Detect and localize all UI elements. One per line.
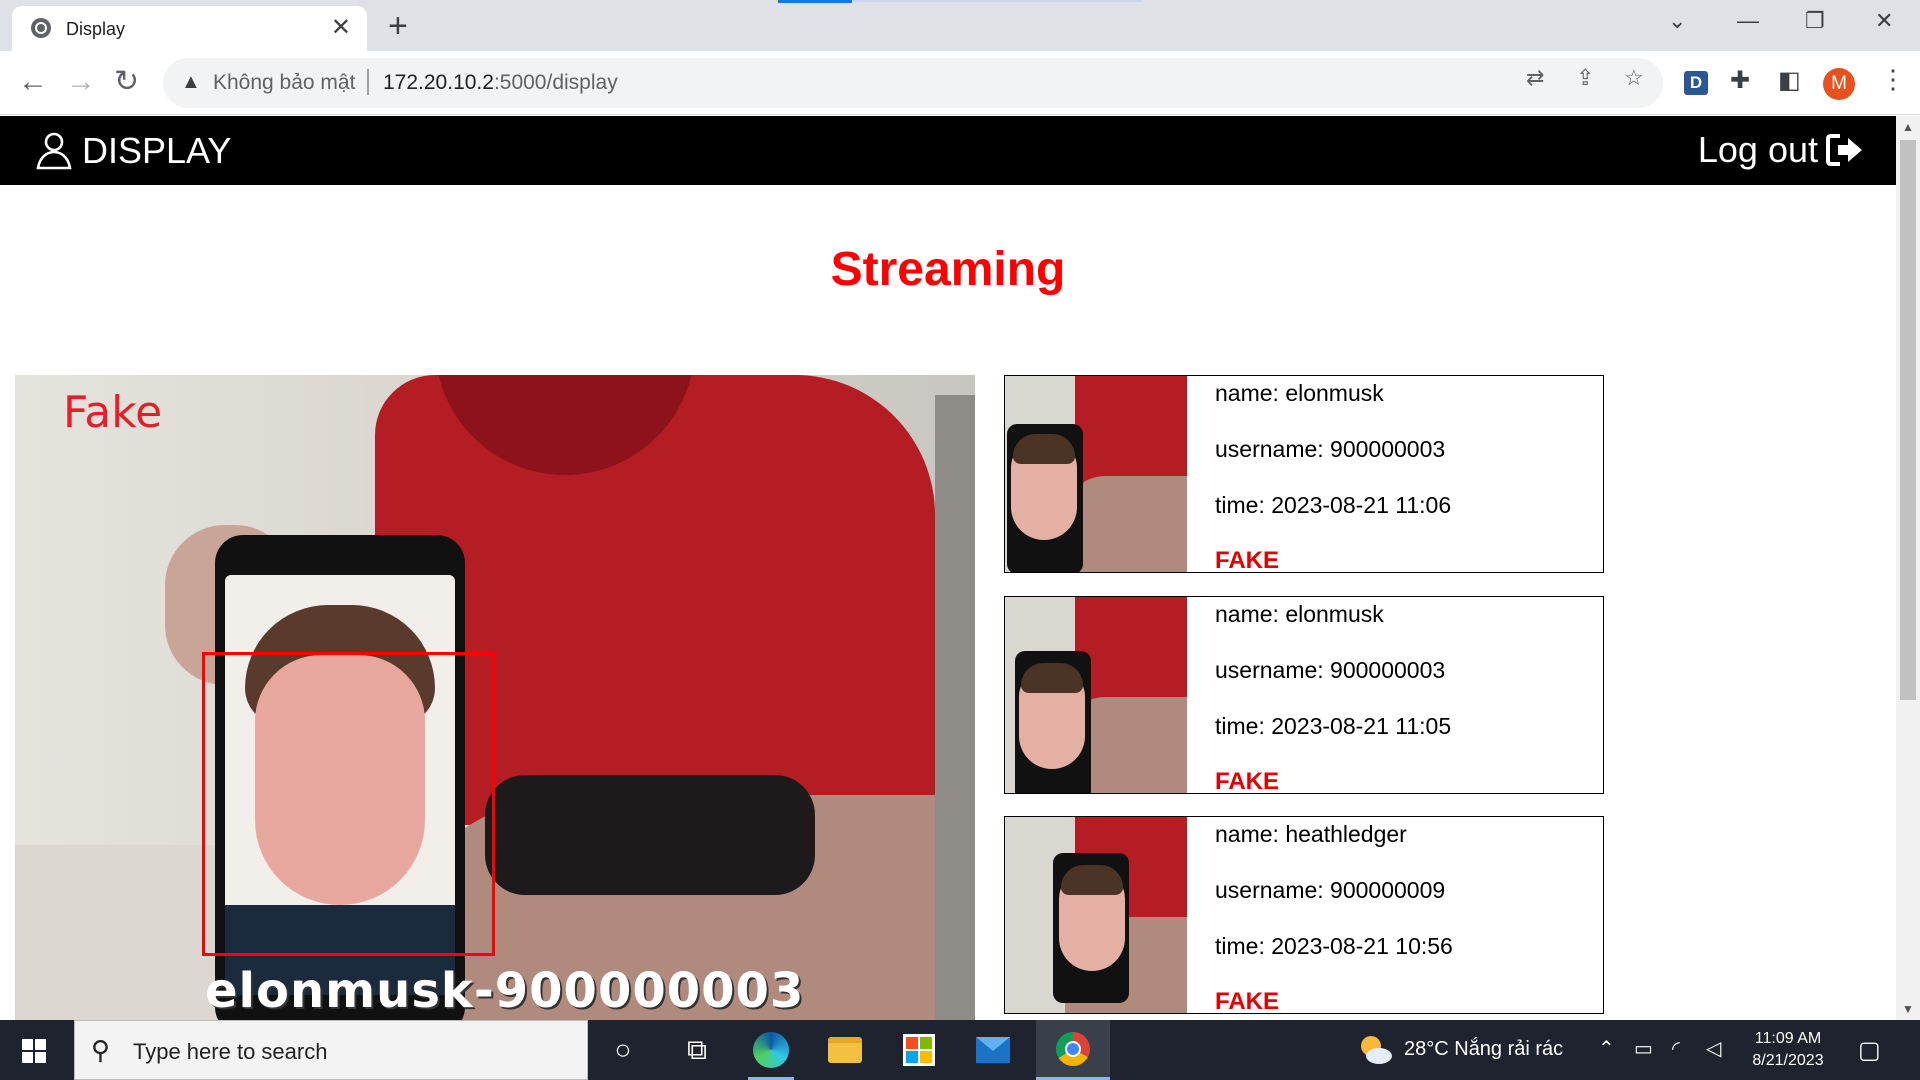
minimize-button[interactable]: —	[1737, 6, 1759, 36]
logout-icon	[1826, 134, 1862, 166]
logout-label: Log out	[1697, 129, 1818, 170]
search-icon: ⚲	[91, 1035, 111, 1065]
page-scrollbar[interactable]: ▲ ▼	[1896, 116, 1920, 1020]
wifi-icon[interactable]: ◜	[1672, 1036, 1680, 1061]
browser-tab[interactable]: Display ✕	[12, 6, 367, 51]
mail-icon[interactable]	[956, 1020, 1030, 1080]
detection-username: username: 900000009	[1215, 877, 1446, 903]
close-tab-icon[interactable]: ✕	[331, 15, 351, 41]
share-icon[interactable]: ⇪	[1576, 65, 1594, 91]
page-viewport: DISPLAY Log out Streaming Fake elonmusk-…	[0, 116, 1896, 1020]
restore-button[interactable]: ❐	[1805, 6, 1825, 36]
detection-time: time: 2023-08-21 11:05	[1215, 713, 1452, 739]
loading-track	[852, 0, 1142, 2]
url-path: :5000/display	[493, 71, 618, 94]
app-brand[interactable]: DISPLAY	[82, 130, 231, 172]
tab-title: Display	[66, 19, 126, 39]
video-stream: Fake elonmusk-900000003	[15, 375, 975, 1020]
detection-username: username: 900000003	[1215, 657, 1446, 683]
windows-start-icon[interactable]	[22, 1039, 46, 1063]
detection-name: name: elonmusk	[1215, 380, 1384, 406]
logout-button[interactable]: Log out	[1698, 128, 1864, 172]
address-separator	[367, 69, 369, 95]
browser-tab-strip: Display ✕ + ⌄ — ❐ ✕	[0, 0, 1920, 51]
file-explorer-icon[interactable]	[808, 1020, 882, 1080]
detection-thumbnail	[1005, 597, 1187, 793]
tab-search-icon[interactable]: ⌄	[1668, 6, 1686, 36]
taskbar-clock[interactable]: 11:09 AM 8/21/2023	[1740, 1028, 1836, 1072]
globe-icon	[31, 18, 51, 38]
page-title: Streaming	[830, 243, 1066, 296]
warning-icon: ▲	[181, 71, 201, 93]
address-bar[interactable]: ▲ Không bảo mật 172.20.10.2:5000/display	[163, 58, 1663, 108]
store-icon[interactable]	[882, 1020, 956, 1080]
battery-icon[interactable]: ▭	[1634, 1036, 1653, 1061]
cortana-icon[interactable]: ○	[586, 1020, 660, 1080]
translate-icon[interactable]: ⇄	[1526, 65, 1544, 91]
detection-time: time: 2023-08-21 11:06	[1215, 492, 1452, 518]
edge-icon[interactable]	[734, 1020, 808, 1080]
url-text[interactable]: 172.20.10.2:5000/display	[383, 71, 618, 95]
weather-text[interactable]: 28°C Nắng rải rác	[1404, 1038, 1563, 1061]
reload-button[interactable]: ↻	[114, 64, 139, 100]
loading-indicator	[778, 0, 852, 3]
windows-taskbar: ⚲ Type here to search ○ ⧉ 28°C Nắng rải …	[0, 1020, 1920, 1080]
app-navbar: DISPLAY Log out	[0, 116, 1896, 185]
extension-d-icon[interactable]: D	[1684, 71, 1708, 95]
side-panel-icon[interactable]: ◧	[1778, 66, 1801, 95]
profile-avatar[interactable]: M	[1823, 68, 1855, 100]
forward-button[interactable]: →	[66, 64, 96, 100]
back-button[interactable]: ←	[18, 64, 48, 100]
stream-laptop-edge	[935, 395, 975, 1020]
detection-username: username: 900000003	[1215, 436, 1446, 462]
thumb-hair	[1061, 865, 1123, 895]
detection-name: name: heathledger	[1215, 821, 1407, 847]
detection-status: FAKE	[1215, 768, 1280, 795]
thumb-legs	[1065, 476, 1187, 572]
taskbar-search-placeholder: Type here to search	[133, 1039, 328, 1064]
new-tab-button[interactable]: +	[388, 6, 408, 46]
detection-card[interactable]: name: heathledger username: 900000009 ti…	[1004, 816, 1604, 1015]
detection-thumbnail	[1005, 376, 1187, 572]
notification-icon[interactable]: ▢	[1858, 1036, 1881, 1065]
detection-status: FAKE	[1215, 547, 1280, 574]
task-view-icon[interactable]: ⧉	[660, 1020, 734, 1080]
taskbar-search-box[interactable]: ⚲ Type here to search	[74, 1020, 588, 1080]
close-window-button[interactable]: ✕	[1875, 6, 1893, 36]
scrollbar-thumb[interactable]	[1900, 140, 1916, 700]
extensions-puzzle-icon[interactable]: ✚	[1730, 66, 1750, 95]
user-icon	[36, 132, 72, 170]
detection-name: name: elonmusk	[1215, 601, 1384, 627]
face-detection-box	[202, 652, 495, 956]
stream-person-shorts	[485, 775, 815, 895]
bookmark-star-icon[interactable]: ☆	[1624, 65, 1644, 91]
thumb-hair	[1021, 663, 1083, 693]
scroll-up-arrow-icon[interactable]: ▲	[1902, 120, 1914, 134]
detection-card[interactable]: name: elonmusk username: 900000003 time:…	[1004, 596, 1604, 795]
detection-status: FAKE	[1215, 988, 1280, 1015]
clock-time: 11:09 AM	[1754, 1030, 1822, 1047]
detection-thumbnail	[1005, 817, 1187, 1013]
clock-date: 8/21/2023	[1752, 1052, 1824, 1069]
security-label[interactable]: Không bảo mật	[213, 71, 355, 95]
weather-icon[interactable]	[1357, 1032, 1393, 1068]
chrome-icon[interactable]	[1036, 1020, 1110, 1080]
stream-status-label: Fake	[63, 387, 163, 438]
stream-identity-label: elonmusk-900000003	[205, 963, 805, 1019]
url-host: 172.20.10.2	[383, 71, 494, 94]
scroll-down-arrow-icon[interactable]: ▼	[1902, 1002, 1914, 1016]
thumb-hair	[1013, 434, 1075, 464]
detection-card[interactable]: name: elonmusk username: 900000003 time:…	[1004, 375, 1604, 574]
detection-time: time: 2023-08-21 10:56	[1215, 933, 1453, 959]
tray-chevron-icon[interactable]: ⌃	[1598, 1036, 1615, 1061]
browser-menu-icon[interactable]: ⋮	[1880, 64, 1906, 95]
browser-toolbar: ← → ↻ ▲ Không bảo mật 172.20.10.2:5000/d…	[0, 51, 1920, 115]
volume-icon[interactable]: ◁	[1706, 1036, 1721, 1061]
